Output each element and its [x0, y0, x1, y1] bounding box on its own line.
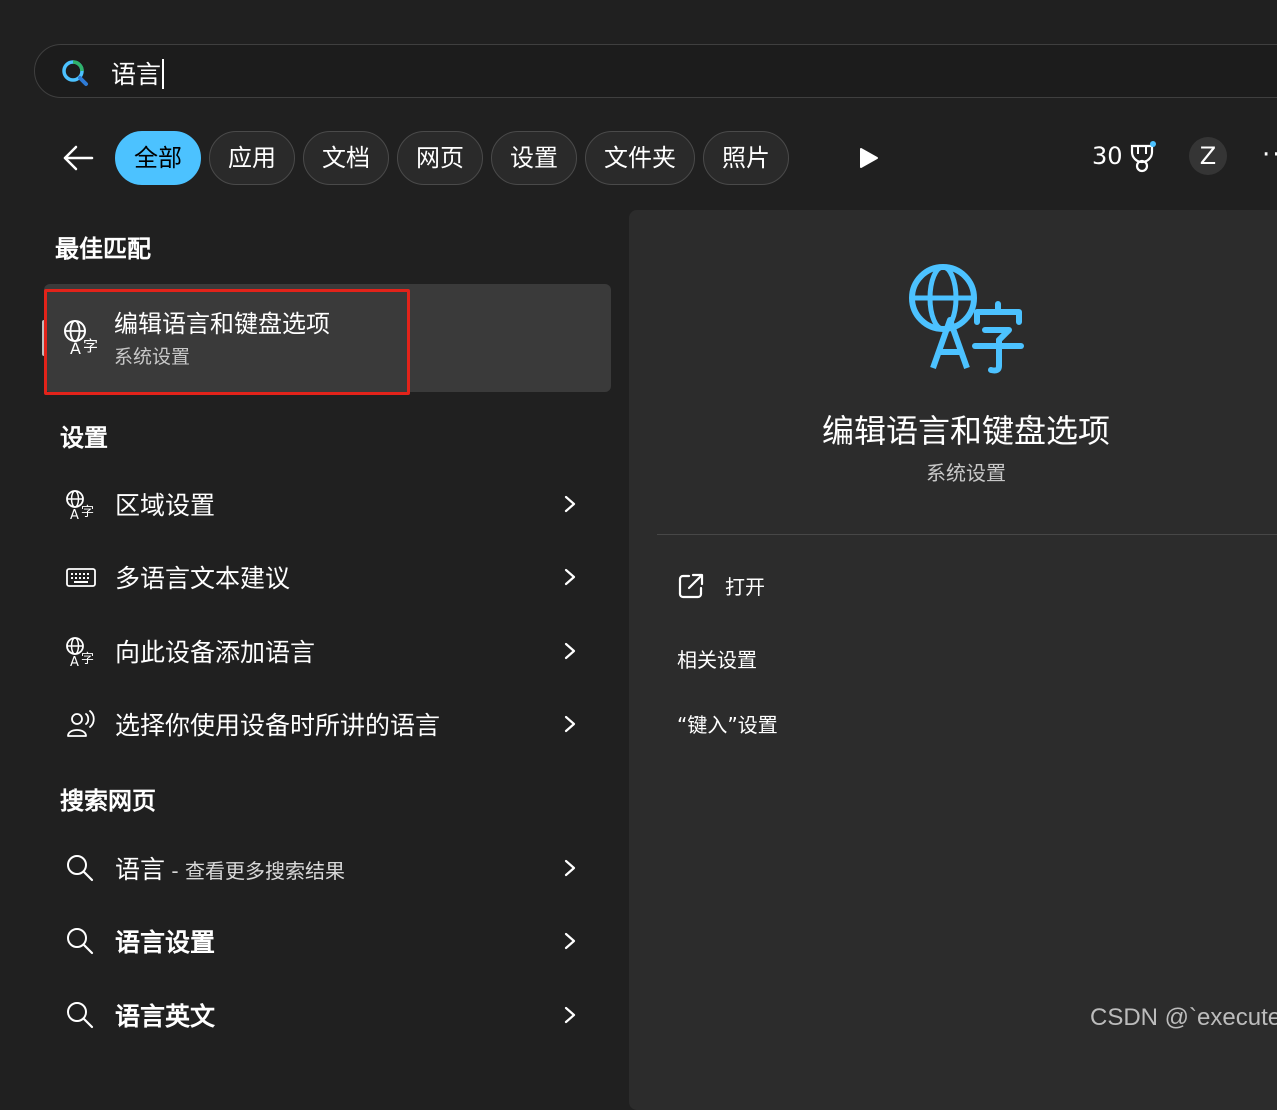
- section-title-settings: 设置: [60, 424, 108, 452]
- svg-text:字: 字: [81, 652, 94, 667]
- detail-title: 编辑语言和键盘选项: [821, 412, 1110, 450]
- rewards-points[interactable]: 30: [1092, 142, 1123, 170]
- svg-text:字: 字: [81, 505, 94, 520]
- search-icon: [67, 1002, 94, 1029]
- search-icon: [67, 928, 94, 955]
- web-result-label: 语言英文: [115, 1002, 216, 1031]
- more-options-icon[interactable]: ··: [1262, 140, 1277, 170]
- web-result-language[interactable]: 语言 - 查看更多搜索结果: [44, 838, 611, 898]
- web-result-language-settings[interactable]: 语言设置: [44, 911, 611, 971]
- web-result-suffix: - 查看更多搜索结果: [165, 859, 345, 883]
- avatar[interactable]: Z: [1189, 137, 1227, 175]
- search-box[interactable]: 语言: [34, 44, 1277, 98]
- play-icon[interactable]: [855, 145, 881, 171]
- section-title-best-match: 最佳匹配: [55, 235, 151, 263]
- filter-tabs: 全部 应用 文档 网页 设置 文件夹 照片: [115, 131, 789, 185]
- svg-text:A: A: [70, 508, 79, 520]
- language-icon: A 字: [66, 490, 94, 520]
- detail-subtitle: 系统设置: [926, 461, 1006, 485]
- chevron-right-icon: [564, 715, 576, 733]
- open-external-icon[interactable]: [677, 572, 705, 600]
- chevron-right-icon: [564, 932, 576, 950]
- typing-settings-link[interactable]: “键入”设置: [677, 709, 778, 738]
- filter-tab-photos[interactable]: 照片: [703, 131, 789, 185]
- filter-tab-settings[interactable]: 设置: [491, 131, 577, 185]
- open-button[interactable]: 打开: [725, 571, 765, 600]
- settings-item-add-language[interactable]: A 字 向此设备添加语言: [44, 621, 611, 681]
- web-result-label: 语言 - 查看更多搜索结果: [115, 850, 345, 886]
- settings-item-speech-language[interactable]: 选择你使用设备时所讲的语言: [44, 694, 611, 754]
- section-title-web: 搜索网页: [60, 787, 156, 815]
- search-icon: [67, 855, 94, 882]
- search-input[interactable]: 语言: [111, 55, 165, 91]
- settings-item-region[interactable]: A 字 区域设置: [44, 474, 611, 534]
- filter-tab-apps[interactable]: 应用: [209, 131, 295, 185]
- related-settings-title: 相关设置: [677, 648, 757, 672]
- filter-tab-documents[interactable]: 文档: [303, 131, 389, 185]
- web-result-query: 语言: [115, 855, 166, 884]
- search-icon: [62, 60, 88, 86]
- chevron-right-icon: [564, 495, 576, 513]
- keyboard-icon: [66, 568, 96, 587]
- trophy-icon[interactable]: [1126, 140, 1158, 174]
- filter-tab-folders[interactable]: 文件夹: [585, 131, 695, 185]
- chevron-right-icon: [564, 568, 576, 586]
- settings-item-label: 多语言文本建议: [115, 564, 291, 593]
- web-result-label: 语言设置: [115, 928, 216, 957]
- filter-tab-web[interactable]: 网页: [397, 131, 483, 185]
- chevron-right-icon: [564, 642, 576, 660]
- red-highlight-box: [44, 289, 410, 395]
- text-caret: [162, 59, 165, 89]
- chevron-right-icon: [564, 859, 576, 877]
- language-icon: A 字: [66, 637, 94, 667]
- chevron-right-icon: [564, 1006, 576, 1024]
- settings-item-label: 区域设置: [115, 491, 216, 520]
- watermark: CSDN @`execute: [1090, 1004, 1277, 1031]
- svg-text:A: A: [70, 655, 79, 667]
- language-icon: [909, 264, 1024, 374]
- back-arrow-icon[interactable]: [60, 140, 96, 176]
- settings-item-label: 选择你使用设备时所讲的语言: [115, 711, 441, 740]
- filter-tab-all[interactable]: 全部: [115, 131, 201, 185]
- divider: [657, 534, 1277, 535]
- settings-item-multilingual-text[interactable]: 多语言文本建议: [44, 547, 611, 607]
- speech-icon: [67, 710, 95, 737]
- web-result-language-english[interactable]: 语言英文: [44, 985, 611, 1045]
- settings-item-label: 向此设备添加语言: [115, 638, 316, 667]
